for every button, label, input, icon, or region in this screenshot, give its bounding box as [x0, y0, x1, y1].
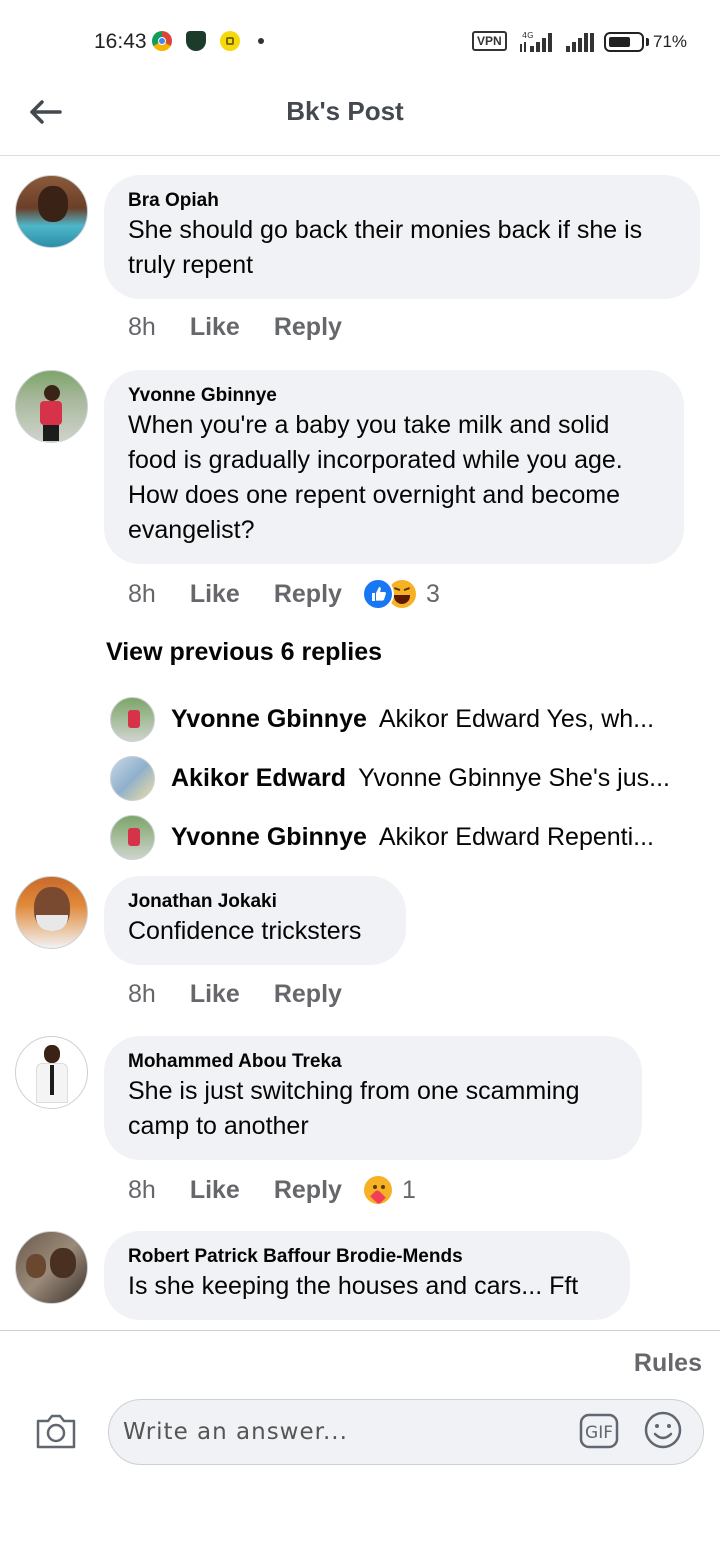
gif-icon[interactable]: GIF [579, 1411, 619, 1451]
reaction-count: 3 [425, 579, 440, 608]
comment-author[interactable]: Bra Opiah [128, 189, 676, 213]
camera-icon[interactable] [34, 1411, 78, 1451]
like-button[interactable]: Like [190, 580, 240, 609]
reaction-summary[interactable]: 1 [361, 1174, 416, 1206]
network-type-label: 4G [522, 31, 533, 40]
comment-time[interactable]: 8h [128, 980, 156, 1009]
comment-actions: 8h Like Reply [128, 313, 376, 342]
reply-preview[interactable]: Yvonne Gbinnye Akikor Edward Yes, wh... [110, 695, 710, 743]
comment-bubble[interactable]: Bra Opiah She should go back their monie… [104, 175, 700, 299]
comment-text-line: truly repent [128, 251, 254, 279]
avatar[interactable] [110, 696, 155, 742]
reply-text: Yvonne Gbinnye She's jus... [358, 763, 670, 792]
shield-app-icon [186, 31, 206, 51]
reply-author[interactable]: Yvonne Gbinnye [171, 705, 367, 734]
like-button[interactable]: Like [190, 313, 240, 342]
comment-time[interactable]: 8h [128, 313, 156, 342]
comment-text-line: She is just switching from one scamming [128, 1077, 580, 1105]
rules-link[interactable]: Rules [634, 1349, 702, 1378]
care-reaction-icon [361, 1174, 394, 1206]
comment-text-line: Is she keeping the houses and cars... Ff… [128, 1272, 579, 1300]
avatar[interactable] [15, 1231, 88, 1304]
reply-author[interactable]: Yvonne Gbinnye [171, 823, 367, 852]
more-notifications-dot [258, 38, 264, 44]
comment-text-line: camp to another [128, 1112, 309, 1140]
comment-actions: 8h Like Reply 1 [128, 1174, 416, 1206]
comment-time[interactable]: 8h [128, 1176, 156, 1205]
reply-button[interactable]: Reply [274, 313, 342, 342]
post-header: Bk's Post [0, 84, 720, 156]
like-reaction-icon [361, 578, 394, 610]
avatar[interactable] [15, 1036, 88, 1109]
battery-icon [604, 32, 644, 52]
comment-text-line: How does one repent overnight and become [128, 481, 620, 509]
notification-app-icon [220, 31, 240, 51]
comment-actions: 8h Like Reply 3 [128, 578, 440, 610]
chrome-icon [152, 31, 172, 51]
view-previous-replies-link[interactable]: View previous 6 replies [106, 638, 382, 667]
comment-text-line: evangelist? [128, 516, 255, 544]
comment-text-line: food is gradually incorporated while you… [128, 446, 623, 474]
avatar[interactable] [15, 370, 88, 443]
comment-text-line: Confidence tricksters [128, 917, 362, 945]
comment-time[interactable]: 8h [128, 580, 156, 609]
reaction-count: 1 [401, 1175, 416, 1204]
comment-input[interactable] [123, 1410, 563, 1454]
comment-author[interactable]: Jonathan Jokaki [128, 890, 382, 914]
comment-input-box[interactable]: GIF [108, 1399, 704, 1465]
battery-percent: 71% [653, 32, 688, 51]
reply-preview[interactable]: Akikor Edward Yvonne Gbinnye She's jus..… [110, 754, 710, 802]
comment-author[interactable]: Robert Patrick Baffour Brodie-Mends [128, 1245, 606, 1269]
status-time: 16:43 [94, 30, 147, 53]
comment-text-line: She should go back their monies back if … [128, 216, 643, 244]
comment-bubble[interactable]: Mohammed Abou Treka She is just switchin… [104, 1036, 642, 1160]
page-title: Bk's Post [286, 96, 404, 126]
reply-preview[interactable]: Yvonne Gbinnye Akikor Edward Repenti... [110, 813, 710, 861]
avatar[interactable] [110, 755, 155, 801]
avatar[interactable] [15, 175, 88, 248]
status-bar: 16:43 VPN 4G 71% [0, 0, 720, 84]
avatar[interactable] [15, 876, 88, 949]
reply-button[interactable]: Reply [274, 580, 342, 609]
comment-bubble[interactable]: Robert Patrick Baffour Brodie-Mends Is s… [104, 1231, 630, 1320]
svg-text:GIF: GIF [585, 1423, 613, 1443]
avatar[interactable] [110, 814, 155, 860]
comment-text-line: When you're a baby you take milk and sol… [128, 411, 610, 439]
reply-button[interactable]: Reply [274, 1176, 342, 1205]
comment-composer: Rules GIF [0, 1330, 720, 1560]
like-button[interactable]: Like [190, 1176, 240, 1205]
comment-author[interactable]: Yvonne Gbinnye [128, 384, 660, 408]
signal-4g-icon: 4G [520, 31, 552, 52]
smiley-icon[interactable] [643, 1410, 683, 1450]
reply-button[interactable]: Reply [274, 980, 342, 1009]
comment-actions: 8h Like Reply [128, 980, 376, 1009]
like-button[interactable]: Like [190, 980, 240, 1009]
reply-text: Akikor Edward Yes, wh... [378, 704, 655, 733]
comment-bubble[interactable]: Jonathan Jokaki Confidence tricksters [104, 876, 406, 965]
comment-bubble[interactable]: Yvonne Gbinnye When you're a baby you ta… [104, 370, 684, 564]
signal-icon [566, 33, 594, 52]
vpn-badge: VPN [472, 31, 507, 51]
reaction-summary[interactable]: 3 [361, 578, 440, 610]
comment-author[interactable]: Mohammed Abou Treka [128, 1050, 618, 1074]
reply-author[interactable]: Akikor Edward [171, 764, 346, 793]
reply-text: Akikor Edward Repenti... [378, 822, 654, 851]
battery-fill [609, 37, 630, 47]
battery-cap [646, 38, 649, 46]
